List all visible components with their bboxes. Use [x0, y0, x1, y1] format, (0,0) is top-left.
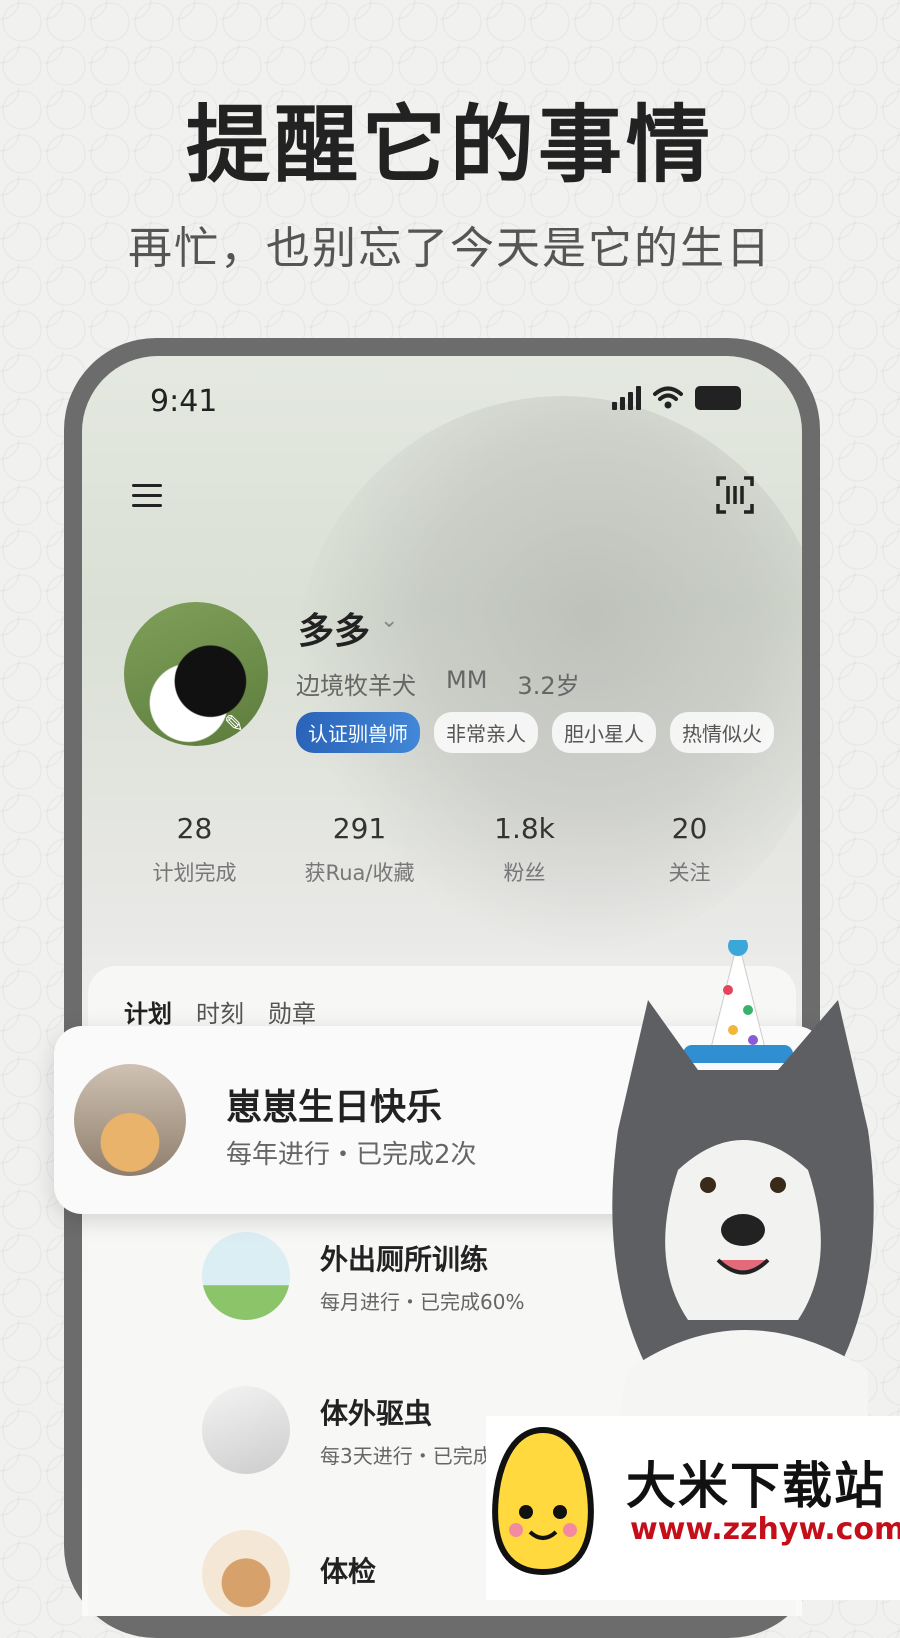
- chevron-down-icon[interactable]: ⌄: [380, 608, 398, 633]
- plan-thumbnail: [202, 1530, 290, 1616]
- pet-breed: 边境牧羊犬: [296, 672, 416, 700]
- wifi-icon: [653, 386, 683, 409]
- scan-icon[interactable]: [716, 476, 754, 514]
- pet-gender: MM: [446, 666, 488, 694]
- pet-meta: 边境牧羊犬 MM 3.2岁: [296, 666, 580, 701]
- plan-item[interactable]: 体外驱虫 每3天进行・已完成6次: [202, 1386, 525, 1474]
- tag-certified-trainer[interactable]: 认证驯兽师: [296, 712, 420, 753]
- tag-timid[interactable]: 胆小星人: [552, 712, 656, 753]
- tag-friendly[interactable]: 非常亲人: [434, 712, 538, 753]
- featured-plan-subtitle: 每年进行・已完成2次: [226, 1140, 477, 1170]
- tab-moments[interactable]: 时刻: [196, 994, 244, 1029]
- watermark-brand: 大米下载站 www.zzhyw.com: [486, 1416, 900, 1600]
- menu-icon[interactable]: [132, 484, 162, 508]
- tag-passionate[interactable]: 热情似火: [670, 712, 774, 753]
- pet-tags: 认证驯兽师 非常亲人 胆小星人 热情似火: [296, 712, 774, 753]
- plan-thumbnail: [202, 1232, 290, 1320]
- tab-plans[interactable]: 计划: [124, 994, 172, 1029]
- birthday-cake-thumbnail: [74, 1064, 186, 1176]
- profile-stats: 28 计划完成 291 获Rua/收藏 1.8k 粉丝 20 关注: [112, 812, 772, 887]
- stat-following[interactable]: 20 关注: [607, 812, 772, 887]
- pet-name[interactable]: 多多: [298, 602, 370, 654]
- plan-item[interactable]: 外出厕所训练 每月进行・已完成60%: [202, 1232, 524, 1320]
- stat-plans-completed[interactable]: 28 计划完成: [112, 812, 277, 887]
- status-time: 9:41: [150, 384, 218, 419]
- edit-icon[interactable]: ✎: [224, 710, 244, 738]
- banner-subtitle: 再忙，也别忘了今天是它的生日: [128, 223, 772, 274]
- content-tabs: 计划 时刻 勋章: [124, 994, 316, 1029]
- pet-age: 3.2岁: [517, 672, 580, 700]
- plan-thumbnail: [202, 1386, 290, 1474]
- banner-title: 提醒它的事情: [185, 96, 714, 194]
- husky-illustration: [612, 940, 874, 1420]
- plan-item[interactable]: 体检: [202, 1530, 376, 1616]
- rice-mascot-logo: [492, 1426, 594, 1576]
- battery-icon: [695, 386, 741, 410]
- watermark-url[interactable]: www.zzhyw.com: [630, 1512, 900, 1547]
- featured-plan-title: 崽崽生日快乐: [226, 1087, 443, 1128]
- pet-avatar[interactable]: ✎: [124, 602, 268, 746]
- stat-followers[interactable]: 1.8k 粉丝: [442, 812, 607, 887]
- stat-likes-collections[interactable]: 291 获Rua/收藏: [277, 812, 442, 887]
- signal-icon: [612, 386, 641, 410]
- tab-badges[interactable]: 勋章: [268, 994, 316, 1029]
- watermark-site-name: 大米下载站: [626, 1457, 886, 1515]
